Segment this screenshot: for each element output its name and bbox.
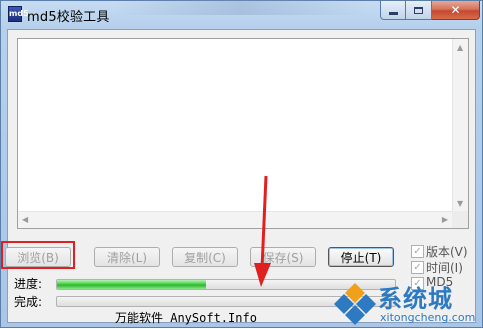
watermark-url: xitongcheng.com: [380, 311, 476, 324]
watermark: 系统城 xitongcheng.com: [332, 277, 483, 329]
annotation-arrow-head: [254, 263, 271, 287]
annotation-arrow-shaft: [260, 175, 268, 270]
app-window: md5 md5校验工具 ✕ ▲ ▼ ◀ ▶ 浏览(B) 清除(L) 复制(C) …: [0, 0, 483, 328]
watermark-title: 系统城: [378, 285, 453, 313]
watermark-logo-icon: [334, 283, 376, 325]
